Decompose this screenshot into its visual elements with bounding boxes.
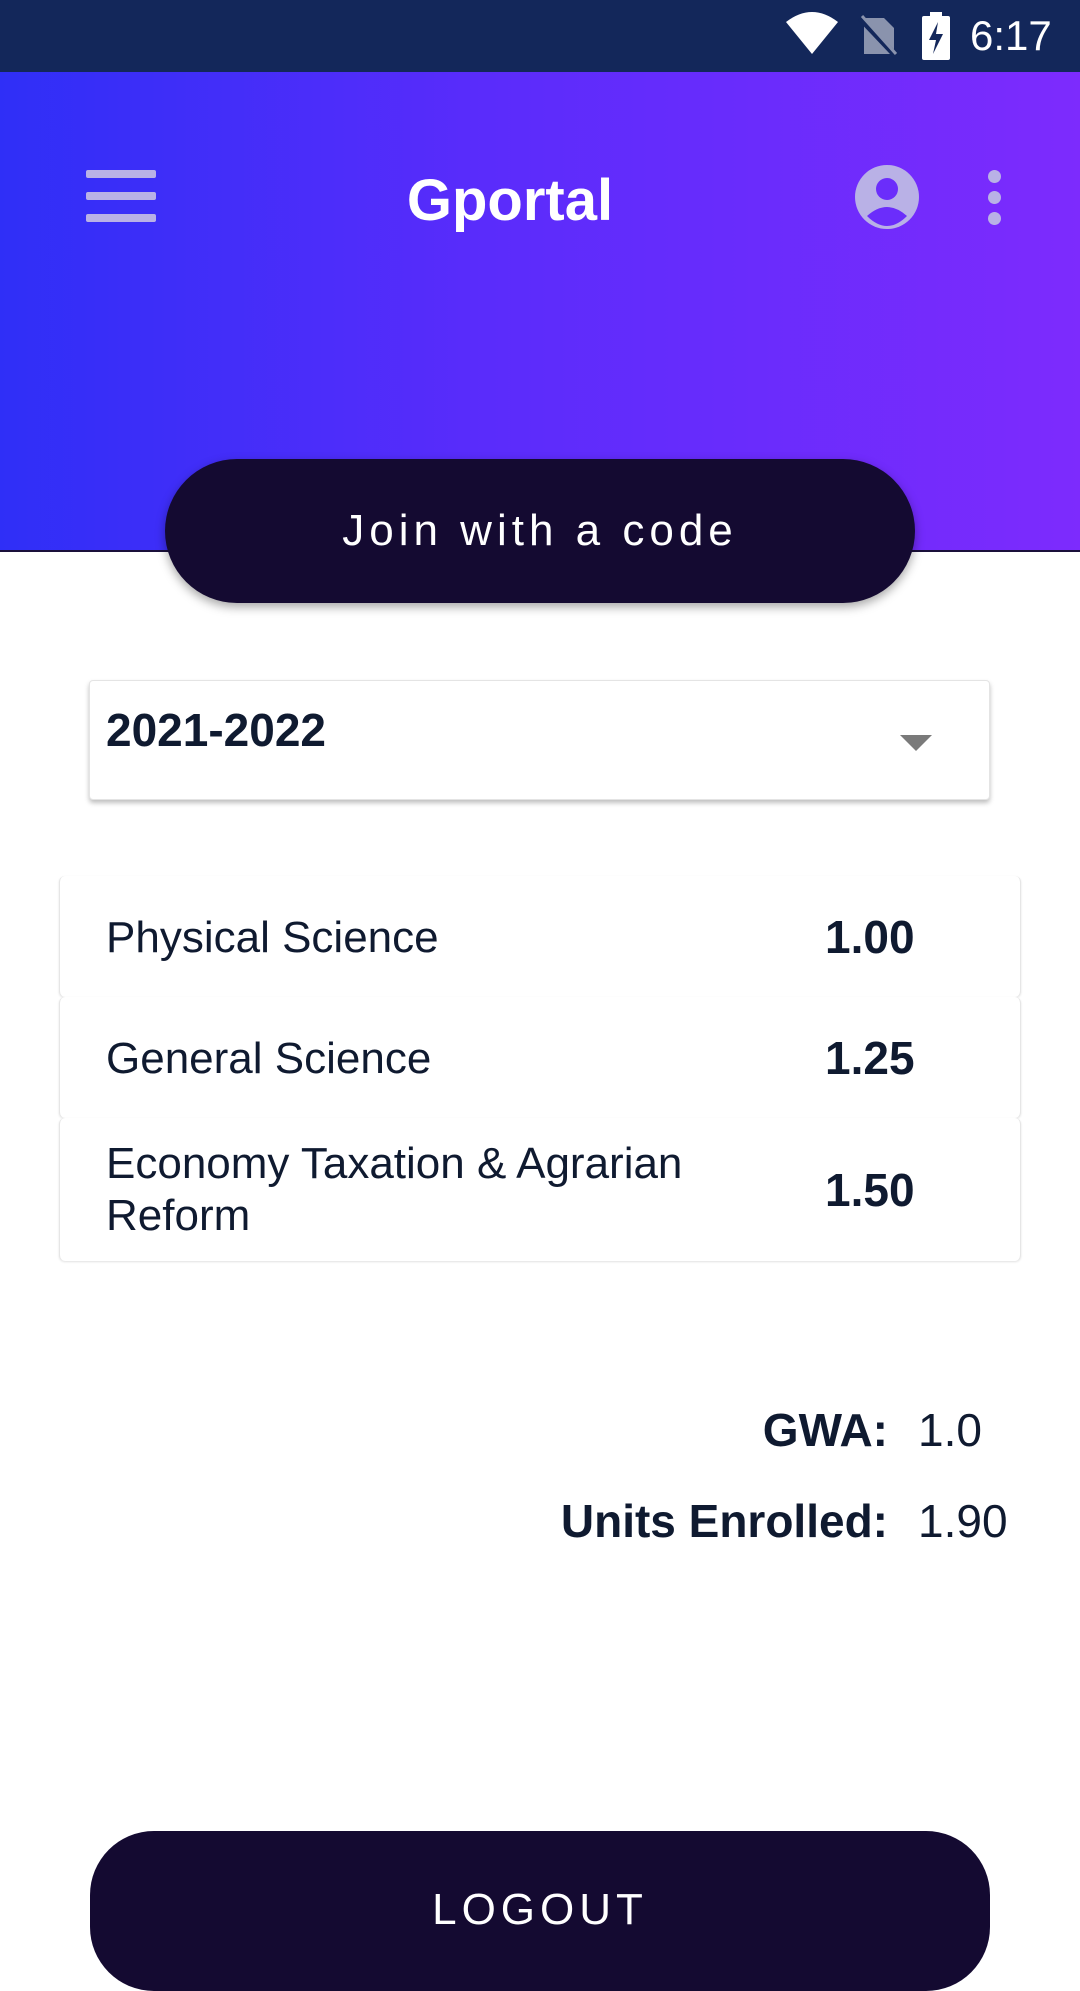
school-year-dropdown[interactable]: 2021-2022 bbox=[89, 680, 990, 800]
wifi-icon bbox=[786, 12, 838, 54]
status-bar: 6:17 bbox=[0, 0, 1080, 72]
subject-name: Physical Science bbox=[106, 913, 439, 962]
grade-row[interactable]: Physical Science 1.00 bbox=[59, 876, 1021, 997]
subject-grade: 1.50 bbox=[825, 1164, 915, 1216]
school-year-value: 2021-2022 bbox=[106, 704, 326, 756]
grades-list: Physical Science 1.00 General Science 1.… bbox=[59, 876, 1021, 1261]
no-sim-icon bbox=[858, 14, 898, 58]
status-time: 6:17 bbox=[970, 12, 1052, 59]
subject-grade: 1.00 bbox=[825, 911, 915, 963]
grade-row[interactable]: General Science 1.25 bbox=[59, 997, 1021, 1118]
app-title: Gportal bbox=[406, 168, 614, 233]
menu-icon[interactable] bbox=[86, 170, 158, 226]
battery-charging-icon bbox=[922, 12, 950, 60]
logout-button[interactable]: LOGOUT bbox=[90, 1831, 990, 1991]
gwa-label: GWA: bbox=[762, 1404, 888, 1456]
more-vert-icon[interactable] bbox=[980, 170, 1008, 226]
units-enrolled-value: 1.90 bbox=[918, 1495, 1008, 1547]
gwa-value: 1.0 bbox=[918, 1404, 982, 1456]
account-circle-icon[interactable] bbox=[854, 164, 920, 230]
subject-grade: 1.25 bbox=[825, 1032, 915, 1084]
dropdown-arrow-icon bbox=[900, 735, 932, 751]
subject-name: General Science bbox=[106, 1034, 432, 1083]
subject-name: Economy Taxation & Agrarian Reform bbox=[106, 1139, 683, 1240]
units-enrolled-label: Units Enrolled: bbox=[560, 1495, 888, 1547]
join-with-code-button[interactable]: Join with a code bbox=[165, 459, 915, 603]
app-header: Gportal Join with a code bbox=[0, 72, 1080, 603]
grade-row[interactable]: Economy Taxation & Agrarian Reform 1.50 bbox=[59, 1118, 1021, 1261]
